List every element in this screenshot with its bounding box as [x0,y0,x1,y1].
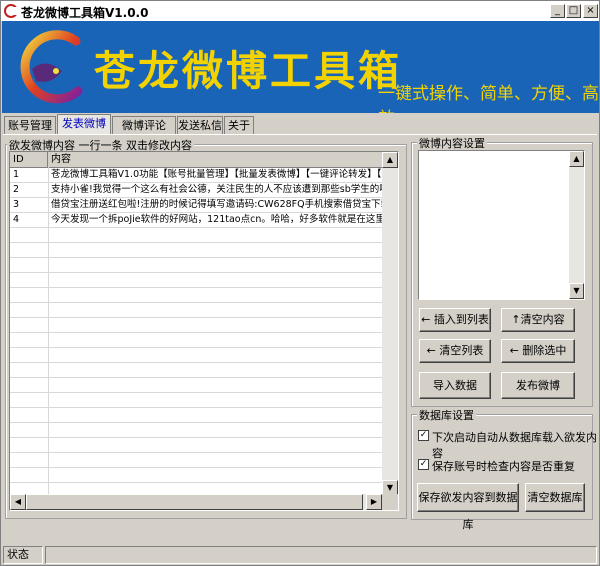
scroll-right-icon[interactable]: ▶ [366,494,382,510]
empty-row [10,423,382,438]
publish-weibo-button[interactable]: 发布微博 [501,372,575,399]
clear-list-button[interactable]: ← 清空列表 [419,339,491,363]
status-text [45,546,597,564]
content-settings-group-label: 微博内容设置 [417,135,487,151]
status-label: 状态 [3,546,43,564]
row-id: 3 [13,199,20,210]
tab-divider [3,134,597,135]
scroll-thumb[interactable] [26,494,363,510]
tab-send-message[interactable]: 发送私信 [177,116,223,134]
minimize-button[interactable]: _ [550,4,565,18]
empty-row [10,348,382,363]
banner-title: 苍龙微博工具箱 [94,47,402,95]
empty-row [10,228,382,243]
empty-row [10,288,382,303]
weibo-content-input[interactable]: ▲ ▼ [418,150,585,300]
empty-row [10,393,382,408]
check-duplicate-checkbox-label: 保存账号时检查内容是否重复 [432,460,575,473]
tab-about[interactable]: 关于 [224,116,254,134]
table-row[interactable]: 1 苍龙微博工具箱V1.0功能【账号批量管理】【批量发表微博】【一键评论转发】【… [10,168,382,183]
dragon-logo-icon [20,30,83,104]
clear-database-button[interactable]: 清空数据库 [525,483,585,512]
app-logo-icon [4,4,18,18]
tab-account-management[interactable]: 账号管理 [4,116,56,134]
empty-row [10,333,382,348]
row-content: 支持小雀!我觉得一个这么有社会公德，关注民生的人不应该遭到那些sb学生的嘲笑，有 [51,184,382,195]
title-bar: 苍龙微博工具箱V1.0.0 _ □ × [1,1,599,21]
check-duplicate-checkbox[interactable]: ✓ [418,459,429,470]
clear-content-button[interactable]: ↑清空内容 [501,308,575,332]
row-id: 4 [13,214,20,225]
empty-row [10,258,382,273]
row-content: 借贷宝注册送红包啦!注册的时候记得填写邀请码:CW628FQ手机搜索借贷宝下载并… [51,199,382,210]
row-content: 苍龙微博工具箱V1.0功能【账号批量管理】【批量发表微博】【一键评论转发】【一键… [51,169,382,180]
close-button[interactable]: × [583,4,598,18]
main-window: 苍龙微博工具箱V1.0.0 _ □ × 苍龙微博工具箱 一键式操作、简单、方便、… [0,0,600,566]
table-vertical-scrollbar[interactable]: ▲ ▼ [382,152,398,496]
import-data-button[interactable]: 导入数据 [419,372,491,399]
window-title: 苍龙微博工具箱V1.0.0 [21,6,149,20]
empty-row [10,453,382,468]
post-content-table[interactable]: ID 内容 1 苍龙微博工具箱V1.0功能【账号批量管理】【批量发表微博】【一键… [9,151,399,511]
column-header-id[interactable]: ID [10,152,48,167]
scroll-up-icon[interactable]: ▲ [382,152,398,168]
tab-weibo-comment[interactable]: 微博评论Add [112,116,176,150]
empty-row [10,303,382,318]
auto-load-checkbox[interactable]: ✓ [418,430,429,441]
row-id: 1 [13,169,20,180]
empty-row [10,318,382,333]
row-content: 今天发现一个拆poJie软件的好网站，121tao点cn。哈哈，好多软件就是在这… [51,214,382,225]
empty-row [10,378,382,393]
header-banner: 苍龙微博工具箱 一键式操作、简单、方便、高效 [2,21,599,113]
table-row[interactable]: 3 借贷宝注册送红包啦!注册的时候记得填写邀请码:CW628FQ手机搜索借贷宝下… [10,198,382,213]
textarea-scrollbar[interactable]: ▲ ▼ [569,151,584,299]
scroll-down-icon[interactable]: ▼ [569,283,584,299]
empty-row [10,243,382,258]
insert-to-list-button[interactable]: ← 插入到列表 [419,308,491,332]
database-settings-group-label: 数据库设置 [417,407,476,423]
scroll-corner [382,494,398,510]
banner-slogan: 一键式操作、简单、方便、高效 [378,84,599,113]
empty-row [10,408,382,423]
maximize-button[interactable]: □ [566,4,581,18]
scroll-left-icon[interactable]: ◀ [10,494,26,510]
table-header: ID 内容 [10,152,382,168]
column-header-content[interactable]: 内容 [48,152,382,167]
table-horizontal-scrollbar[interactable]: ◀ ▶ [10,494,382,510]
empty-row [10,468,382,483]
row-id: 2 [13,184,20,195]
empty-row [10,363,382,378]
status-bar: 状态 [3,546,598,564]
scroll-up-icon[interactable]: ▲ [569,151,584,167]
auto-load-checkbox-label: 下次启动自动从数据库载入欲发内容 [432,431,597,460]
save-to-database-button[interactable]: 保存欲发内容到数据库 [417,483,519,531]
table-row[interactable]: 2 支持小雀!我觉得一个这么有社会公德，关注民生的人不应该遭到那些sb学生的嘲笑… [10,183,382,198]
delete-selected-button[interactable]: ← 删除选中 [501,339,575,363]
tab-post-weibo[interactable]: 发表微博 [57,114,111,134]
empty-row [10,438,382,453]
table-row[interactable]: 4 今天发现一个拆poJie软件的好网站，121tao点cn。哈哈，好多软件就是… [10,213,382,228]
empty-row [10,273,382,288]
